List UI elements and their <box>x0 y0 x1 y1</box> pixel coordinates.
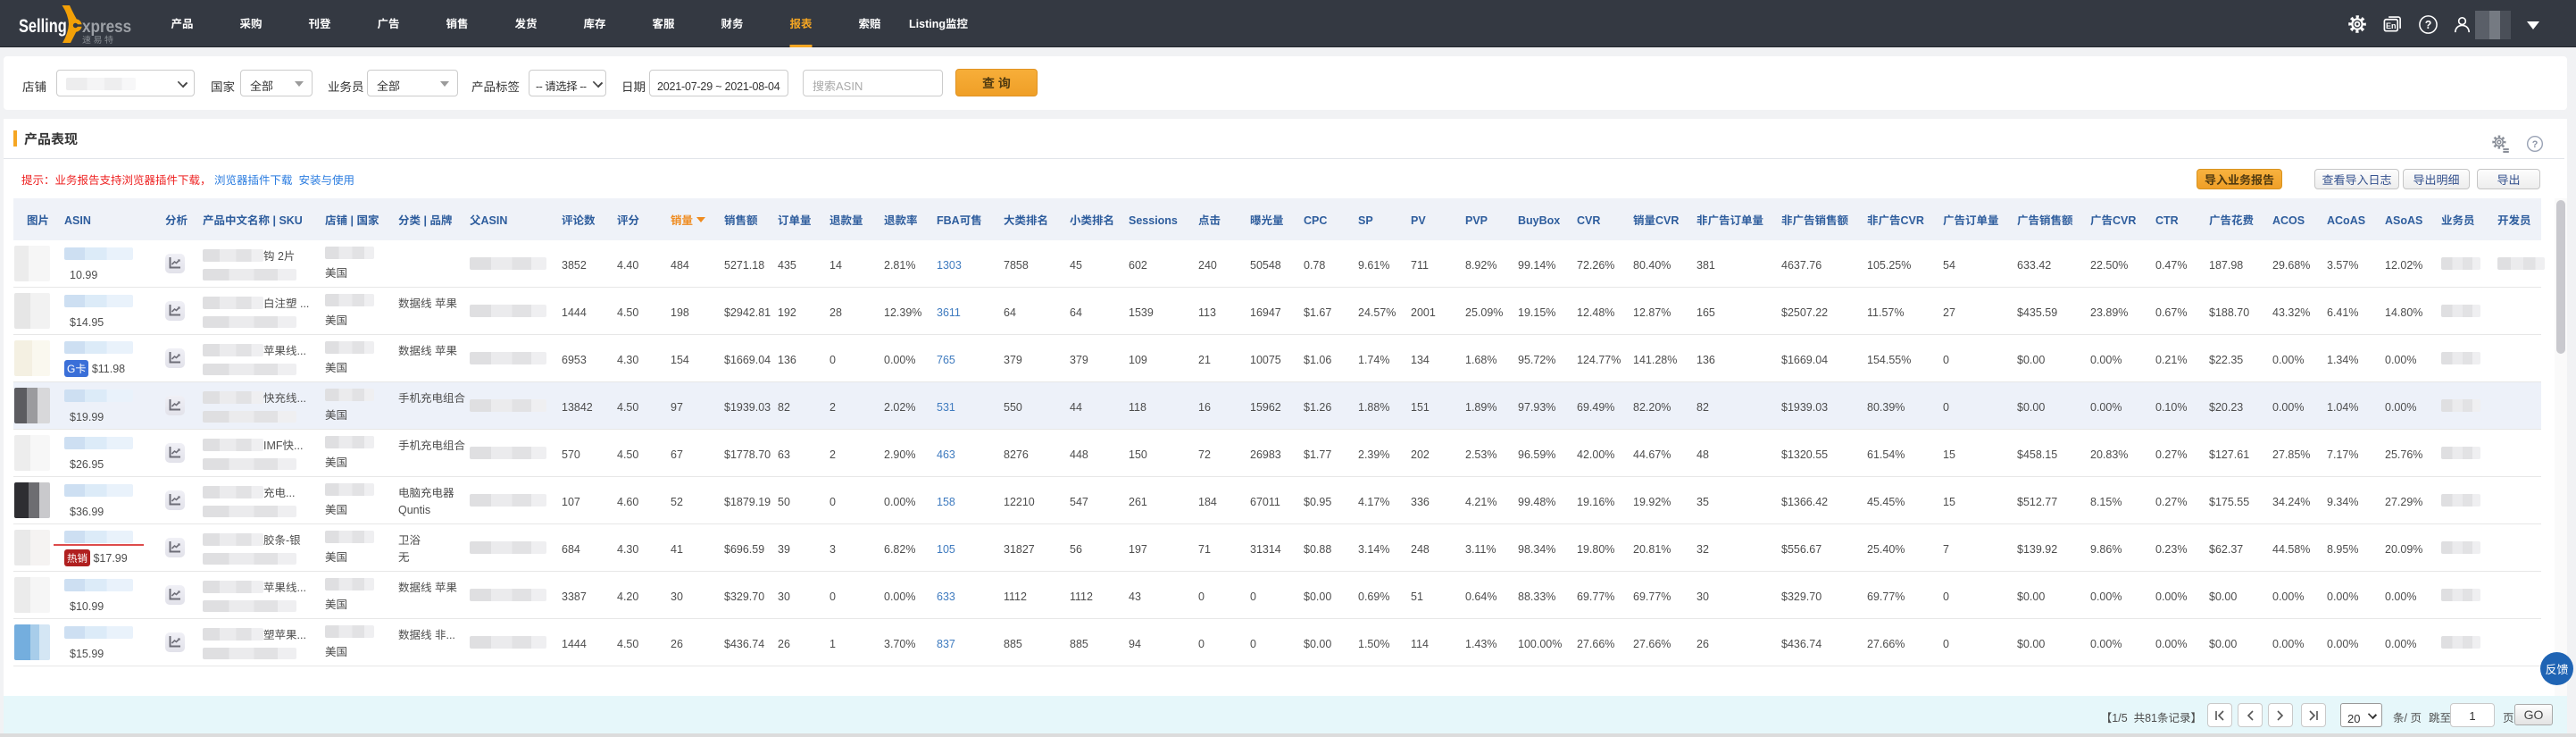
svg-text:En: En <box>2386 19 2397 31</box>
svg-text:?: ? <box>2425 16 2432 32</box>
svg-text:?: ? <box>2532 137 2538 151</box>
